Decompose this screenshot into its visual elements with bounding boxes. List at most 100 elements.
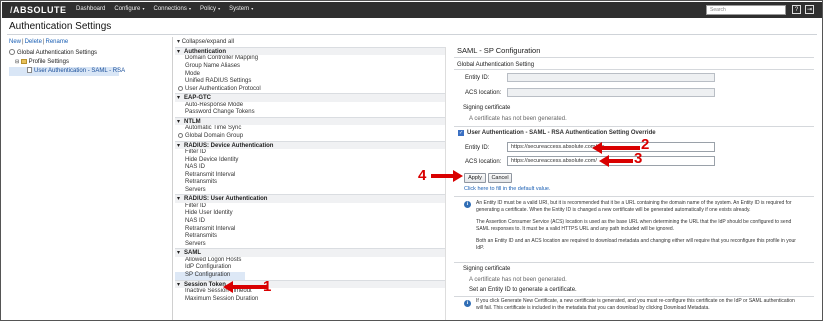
annotation-arrow-3 [599,155,633,167]
separator: | [22,39,24,45]
divider [454,126,814,127]
app-frame: /ABSOLUTE Dashboard Configure ▾ Connecti… [0,0,823,321]
list-item[interactable]: IdP Configuration [175,264,445,272]
entity-id-info: An Entity ID must be a valid URI, but it… [476,200,792,214]
list-item[interactable]: Domain Controller Mapping [175,55,445,63]
default-value-link[interactable]: Click here to fill in the default value. [464,186,551,192]
settings-tree: Global Authentication Settings ⊟ Profile… [9,49,169,76]
acs-location-label: ACS location: [465,159,502,165]
list-item[interactable]: Hide Device Identity [175,157,445,165]
list-item[interactable]: User Authentication Protocol [175,85,445,94]
nav-policy[interactable]: Policy ▾ [200,6,220,12]
tree-item-profile-settings[interactable]: ⊟ Profile Settings [9,58,169,67]
list-item[interactable]: Global Domain Group [175,132,445,141]
tree-item-global[interactable]: Global Authentication Settings [9,49,169,58]
annotation-1: 1 [263,278,272,295]
collapse-expand-all[interactable]: ▾ Collapse/expand all [177,38,234,45]
list-item[interactable]: Servers [175,241,445,249]
divider [7,34,817,35]
divider [454,69,814,70]
list-item[interactable]: Group Name Aliases [175,63,445,71]
list-item[interactable]: Maximum Session Duration [175,296,445,304]
override-checkbox[interactable]: ✓ [458,130,464,136]
nav-configure[interactable]: Configure ▾ [114,6,144,12]
override-label: User Authentication - SAML - RSA Authent… [467,130,656,136]
gear-icon [178,85,183,91]
main-nav: Dashboard Configure ▾ Connections ▾ Poli… [76,6,253,12]
list-item[interactable]: Unified RADIUS Settings [175,78,445,86]
list-item-sp-configuration[interactable]: SP Configuration [175,272,245,280]
generate-cert-info: If you click Generate New Certificate, a… [476,298,795,312]
section-eap-gtc[interactable]: EAP-GTC [175,93,445,103]
list-item[interactable]: Auto-Response Mode [175,102,445,110]
entity-id-global-field [507,73,715,82]
divider [454,196,814,197]
divider [454,262,814,263]
chevron-down-icon: ▾ [187,6,191,11]
info-icon: i [464,201,471,208]
delete-link[interactable]: Delete [25,39,42,45]
section-session-token[interactable]: Session Token [175,279,445,289]
logout-icon[interactable]: ⇥ [805,5,814,14]
profile-icon [27,67,32,74]
rename-link[interactable]: Rename [45,39,68,45]
list-item[interactable]: Filter ID [175,203,445,211]
help-icon[interactable]: ? [792,5,801,14]
settings-list: Authentication Domain Controller Mapping… [175,47,446,320]
search-input[interactable]: Search [706,5,786,15]
section-ntlm[interactable]: NTLM [175,116,445,127]
divider [454,57,814,58]
list-item[interactable]: Retransmit Interval [175,172,445,180]
folder-icon [20,58,27,64]
gear-icon [178,132,183,138]
acs-location-global-field [507,88,715,97]
tree-item-saml-rsa[interactable]: User Authentication - SAML - RSA [9,67,125,76]
list-item[interactable]: Filter ID [175,149,445,157]
chevron-down-icon: ▾ [141,6,145,11]
list-item[interactable]: Automatic Time Sync [175,125,445,133]
annotation-arrow-4 [431,170,463,182]
list-item[interactable]: NAS ID [175,218,445,226]
list-item[interactable]: NAS ID [175,164,445,172]
gear-icon [9,49,15,56]
nav-dashboard[interactable]: Dashboard [76,6,105,12]
section-radius-user[interactable]: RADIUS: User Authentication [175,194,445,204]
apply-button[interactable]: Apply [464,173,486,183]
list-item[interactable]: Servers [175,187,445,195]
new-link[interactable]: New [9,39,21,45]
tree-actions: New|Delete|Rename [9,39,68,45]
annotation-arrow-1 [223,281,268,293]
panel-title: SAML - SP Configuration [457,46,541,55]
cert-status-2: A certificate has not been generated. [469,277,567,283]
list-item[interactable]: Retransmit Interval [175,226,445,234]
cancel-button[interactable]: Cancel [488,173,512,183]
nav-connections[interactable]: Connections ▾ [154,6,191,12]
section-radius-device[interactable]: RADIUS: Device Authentication [175,140,445,150]
section-saml[interactable]: SAML [175,248,445,258]
entity-id-label: Entity ID: [465,145,490,151]
list-item[interactable]: Retransmits [175,179,445,187]
acs-info: The Assertion Consumer Service (ACS) loc… [476,219,792,233]
list-item[interactable]: Retransmits [175,233,445,241]
chevron-down-icon: ▾ [217,6,221,11]
info-icon: i [464,300,471,307]
annotation-3: 3 [634,150,643,167]
cert-status: A certificate has not been generated. [469,116,567,122]
acs-location-label-global: ACS location: [465,90,502,96]
divider [454,296,814,297]
sp-config-panel: SAML - SP Configuration Global Authentic… [454,41,814,320]
list-item[interactable]: Allowed Logon Hosts [175,257,445,265]
list-item[interactable]: Mode [175,71,445,79]
section-authentication[interactable]: Authentication [175,47,445,57]
nav-system[interactable]: System ▾ [229,6,253,12]
signing-cert-heading: Signing certificate [463,105,511,111]
top-navbar: /ABSOLUTE Dashboard Configure ▾ Connecti… [2,2,822,18]
list-item[interactable]: Hide User Identity [175,210,445,218]
annotation-4: 4 [418,167,427,184]
global-heading: Global Authentication Setting [457,62,535,68]
page-title: Authentication Settings [9,21,112,32]
list-item[interactable]: Password Change Tokens [175,109,445,117]
annotation-arrow-2 [592,142,640,154]
list-item[interactable]: Inactive Session Timeout [175,288,445,296]
absolute-logo[interactable]: /ABSOLUTE [10,5,67,15]
